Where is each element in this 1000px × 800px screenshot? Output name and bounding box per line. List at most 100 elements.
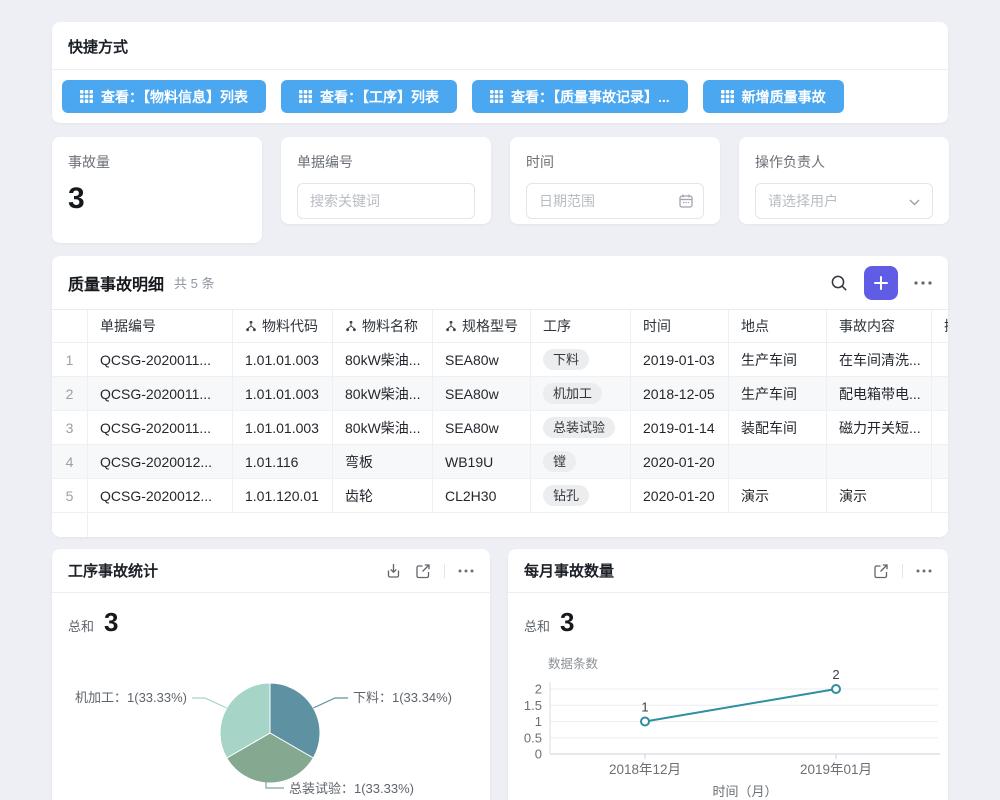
pie-label-zongzhuang: 总装试验：1(33.33%) [289, 781, 414, 796]
shortcut-button-0[interactable]: 查看：【物料信息】列表 [62, 80, 266, 113]
table-more-button[interactable] [914, 281, 932, 285]
cell-operator [932, 479, 948, 512]
table-row-3[interactable]: 3 QCSG-2020011... 1.01.01.003 80kW柴油... … [52, 411, 948, 445]
cell-operator [932, 377, 948, 410]
shortcut-buttons: 查看：【物料信息】列表 查看：【工序】列表 查看：【质量事故记录】... 新增质量事故 [52, 70, 948, 123]
column-header-7: 地点 [729, 310, 827, 342]
doc-number-filter-card: 单据编号 [281, 137, 491, 224]
shortcut-button-label: 查看：【质量事故记录】... [511, 87, 670, 107]
operator-select-placeholder: 请选择用户 [768, 191, 838, 211]
incident-count-card: 事故量 3 [52, 137, 262, 243]
cell-process: 镗 [531, 445, 631, 478]
data-point[interactable] [832, 685, 840, 693]
cell-material-code: 1.01.01.003 [233, 343, 333, 376]
doc-number-input[interactable] [297, 183, 475, 219]
shortcut-button-1[interactable]: 查看：【工序】列表 [281, 80, 457, 113]
data-point[interactable] [641, 718, 649, 726]
icon-divider [902, 564, 903, 578]
cell-material-name: 80kW柴油... [333, 343, 433, 376]
table-header-row: 单据编号物料代码物料名称规格型号工序时间地点事故内容操作负责人 [52, 310, 948, 343]
cell-spec-model: SEA80w [433, 343, 531, 376]
y-tick-label: 1.5 [524, 698, 542, 713]
row-number: 4 [52, 445, 88, 478]
detail-table: 单据编号物料代码物料名称规格型号工序时间地点事故内容操作负责人 1 QCSG-2… [52, 309, 948, 537]
linked-field-icon [445, 320, 457, 332]
line-sum-value: 3 [560, 607, 574, 638]
cell-material-name: 80kW柴油... [333, 411, 433, 444]
pie-leader-line [313, 698, 348, 708]
time-label: 时间 [526, 152, 704, 172]
chevron-down-icon [909, 193, 920, 209]
cell-doc-number: QCSG-2020011... [88, 343, 233, 376]
cell-process: 钻孔 [531, 479, 631, 512]
export-chart-button[interactable] [385, 562, 402, 579]
incident-count-label: 事故量 [68, 152, 246, 172]
shortcut-button-2[interactable]: 查看：【质量事故记录】... [472, 80, 688, 113]
x-axis-title: 时间（月） [712, 784, 777, 799]
shortcuts-card: 快捷方式 查看：【物料信息】列表 查看：【工序】列表 查看：【质量事故记录】... 新… [52, 22, 948, 123]
y-tick-label: 0 [535, 747, 542, 762]
cell-spec-model: SEA80w [433, 411, 531, 444]
cell-spec-model: SEA80w [433, 377, 531, 410]
search-button[interactable] [830, 274, 848, 292]
cell-place: 生产车间 [729, 343, 827, 376]
y-tick-label: 1 [535, 714, 542, 729]
row-number: 1 [52, 343, 88, 376]
operator-select[interactable]: 请选择用户 [755, 183, 933, 219]
cell-content: 配电箱带电... [827, 377, 932, 410]
row-number: 2 [52, 377, 88, 410]
column-header-5: 工序 [531, 310, 631, 342]
add-record-button[interactable] [864, 266, 898, 300]
y-tick-label: 2 [535, 682, 542, 697]
table-row-5[interactable]: 5 QCSG-2020012... 1.01.120.01 齿轮 CL2H30 … [52, 479, 948, 513]
cell-material-code: 1.01.116 [233, 445, 333, 478]
column-header-1: 单据编号 [88, 310, 233, 342]
cell-date: 2019-01-14 [631, 411, 729, 444]
cell-content: 在车间清洗... [827, 343, 932, 376]
operator-filter-card: 操作负责人 请选择用户 [739, 137, 949, 224]
monthly-chart-more-button[interactable] [916, 569, 932, 573]
column-header-4: 规格型号 [433, 310, 531, 342]
process-tag: 总装试验 [543, 417, 615, 439]
x-tick-label: 2019年01月 [800, 762, 872, 777]
cell-process: 机加工 [531, 377, 631, 410]
pie-sum-label: 总和 [68, 616, 94, 635]
process-chart-more-button[interactable] [458, 569, 474, 573]
charts-row: 工序事故统计 [52, 549, 948, 800]
cell-date: 2020-01-20 [631, 445, 729, 478]
cell-place: 生产车间 [729, 377, 827, 410]
dashboard-page: 快捷方式 查看：【物料信息】列表 查看：【工序】列表 查看：【质量事故记录】... 新… [0, 0, 1000, 800]
detail-table-card: 质量事故明细 共 5 条 [52, 256, 948, 537]
column-header-8: 事故内容 [827, 310, 932, 342]
grid-icon [721, 90, 734, 103]
data-point-label: 1 [641, 700, 648, 715]
linked-field-icon [245, 320, 257, 332]
cell-place [729, 445, 827, 478]
open-monthly-chart-button[interactable] [873, 563, 889, 579]
row-number: 5 [52, 479, 88, 512]
cell-content: 演示 [827, 479, 932, 512]
cell-date: 2019-01-03 [631, 343, 729, 376]
monthly-chart-title: 每月事故数量 [524, 560, 614, 581]
table-row-1[interactable]: 1 QCSG-2020011... 1.01.01.003 80kW柴油... … [52, 343, 948, 377]
doc-number-label: 单据编号 [297, 152, 475, 172]
cell-operator [932, 411, 948, 444]
cell-process: 总装试验 [531, 411, 631, 444]
pie-sum-value: 3 [104, 607, 118, 638]
shortcut-button-label: 查看：【工序】列表 [320, 87, 439, 107]
pie-label-jijiagong: 机加工：1(33.33%) [75, 690, 187, 705]
table-row-4[interactable]: 4 QCSG-2020012... 1.01.116 弯板 WB19U 镗 20… [52, 445, 948, 479]
cell-process: 下料 [531, 343, 631, 376]
table-row-2[interactable]: 2 QCSG-2020011... 1.01.01.003 80kW柴油... … [52, 377, 948, 411]
cell-doc-number: QCSG-2020012... [88, 479, 233, 512]
cell-doc-number: QCSG-2020011... [88, 411, 233, 444]
calendar-icon[interactable] [678, 193, 694, 209]
filter-row: 事故量 3 单据编号 时间 [52, 137, 948, 243]
open-chart-button[interactable] [415, 563, 431, 579]
shortcut-button-3[interactable]: 新增质量事故 [703, 80, 844, 113]
cell-material-code: 1.01.01.003 [233, 411, 333, 444]
icon-divider [444, 564, 445, 578]
cell-place: 演示 [729, 479, 827, 512]
linked-field-icon [345, 320, 357, 332]
shortcuts-title: 快捷方式 [52, 22, 948, 70]
